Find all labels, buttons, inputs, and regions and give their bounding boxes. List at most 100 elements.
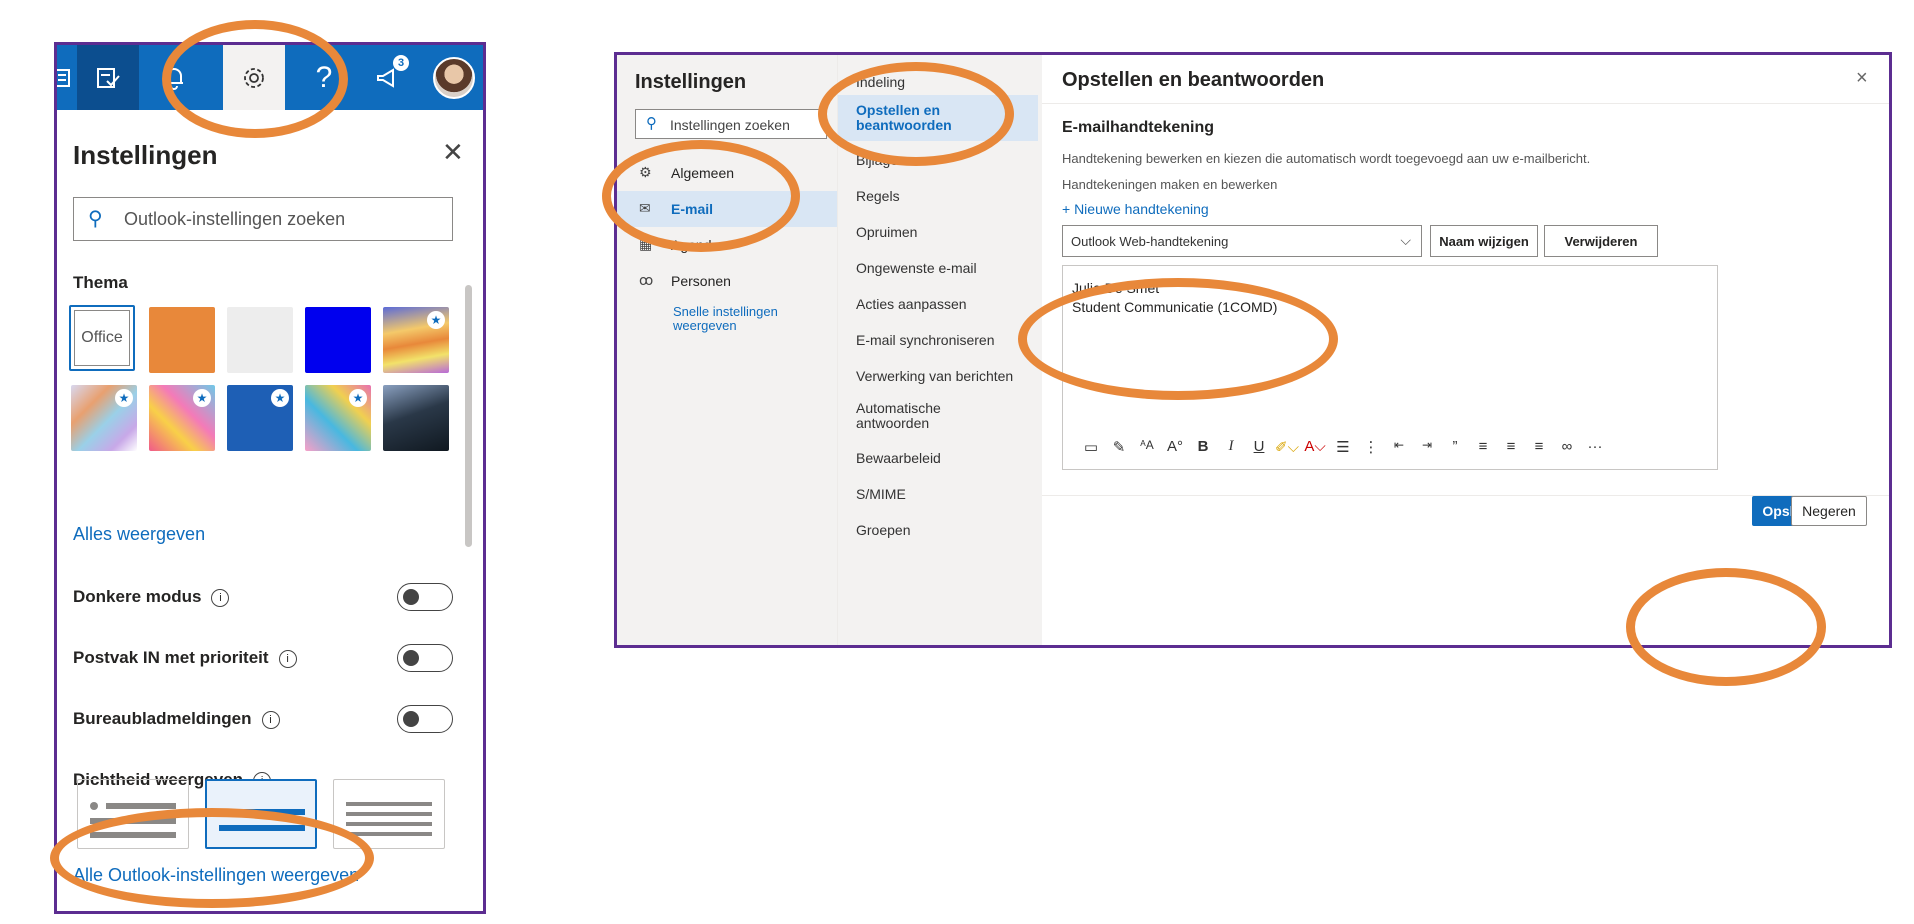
- quote-icon[interactable]: ”: [1441, 438, 1469, 456]
- gear-icon: ⚙: [639, 164, 652, 180]
- italic-icon[interactable]: I: [1217, 438, 1245, 456]
- density-option-medium[interactable]: [205, 779, 317, 849]
- notification-badge: 3: [393, 55, 409, 71]
- star-icon: ★: [271, 389, 289, 407]
- avatar[interactable]: [433, 57, 475, 99]
- grow-font-icon[interactable]: A°: [1161, 438, 1189, 456]
- subnav-customize-actions[interactable]: Acties aanpassen: [838, 297, 1043, 312]
- word-icon[interactable]: [57, 45, 77, 110]
- bold-icon[interactable]: B: [1189, 438, 1217, 456]
- info-icon[interactable]: i: [261, 710, 280, 729]
- theme-puzzle[interactable]: ★: [305, 385, 371, 451]
- settings-nav: Instellingen ⚲ Instellingen zoeken ⚙ Alg…: [617, 55, 837, 645]
- desktop-notifications-toggle[interactable]: [397, 705, 453, 733]
- bullets-icon[interactable]: ☰: [1329, 438, 1357, 456]
- link-icon[interactable]: ∞: [1553, 438, 1581, 456]
- megaphone-icon[interactable]: 3: [357, 45, 419, 110]
- show-all-themes-link[interactable]: Alles weergeven: [73, 524, 205, 545]
- rename-button[interactable]: Naam wijzigen: [1430, 225, 1538, 257]
- scrollbar[interactable]: [465, 285, 472, 547]
- top-bar: ? 3: [57, 45, 483, 110]
- subnav-retention[interactable]: Bewaarbeleid: [838, 451, 1043, 466]
- mail-icon: ✉: [639, 200, 651, 216]
- underline-icon[interactable]: U: [1245, 438, 1273, 456]
- subnav-attachments[interactable]: Bijlagen: [838, 153, 1043, 168]
- help-icon[interactable]: ?: [293, 45, 355, 110]
- subnav-sweep[interactable]: Opruimen: [838, 225, 1043, 240]
- quick-settings-panel: ? 3 Instellingen ✕ ⚲ Outlook-instellinge…: [54, 42, 486, 914]
- toggle-knob: [403, 650, 419, 666]
- subnav-junk[interactable]: Ongewenste e-mail: [838, 261, 1043, 276]
- subnav-rules[interactable]: Regels: [838, 189, 1043, 204]
- calendar-icon: ▦: [639, 236, 653, 252]
- subnav-layout[interactable]: Indeling: [838, 71, 1043, 97]
- email-subnav: Indeling Opstellen en beantwoorden Bijla…: [837, 55, 1042, 645]
- signature-create-label: Handtekeningen maken en bewerken: [1062, 177, 1278, 192]
- close-icon[interactable]: ✕: [442, 137, 464, 168]
- density-option-full[interactable]: [77, 779, 189, 849]
- toggle-knob: [403, 589, 419, 605]
- theme-colorful[interactable]: ★: [149, 385, 215, 451]
- theme-mountain[interactable]: [383, 385, 449, 451]
- delete-button[interactable]: Verwijderen: [1544, 225, 1658, 257]
- theme-label: Thema: [73, 273, 128, 292]
- align-center-icon[interactable]: ≡: [1497, 438, 1525, 456]
- align-left-icon[interactable]: ≡: [1469, 438, 1497, 456]
- density-option-compact[interactable]: [333, 779, 445, 849]
- subnav-automatic-replies[interactable]: Automatische antwoorden: [838, 401, 978, 431]
- bell-icon[interactable]: [143, 45, 205, 110]
- desktop-notifications-row: Bureaubladmeldingen i: [73, 705, 453, 735]
- focused-inbox-toggle[interactable]: [397, 644, 453, 672]
- dark-mode-toggle[interactable]: [397, 583, 453, 611]
- star-icon: ★: [427, 311, 445, 329]
- new-signature-link[interactable]: + Nieuwe handtekening: [1062, 201, 1209, 217]
- settings-search-input[interactable]: ⚲ Instellingen zoeken: [635, 109, 827, 139]
- highlight-icon[interactable]: ✐⌵: [1273, 438, 1301, 456]
- numbering-icon[interactable]: ⋮: [1357, 438, 1385, 456]
- all-outlook-settings-link[interactable]: Alle Outlook-instellingen weergeven: [73, 865, 359, 886]
- theme-light-gray[interactable]: [227, 307, 293, 373]
- nav-email[interactable]: ✉ E-mail: [617, 191, 837, 227]
- subnav-sync[interactable]: E-mail synchroniseren: [838, 333, 1043, 348]
- nav-calendar[interactable]: ▦ Agenda: [617, 227, 837, 263]
- signature-editor[interactable]: Julie De Smet Student Communicatie (1COM…: [1062, 265, 1718, 470]
- outdent-icon[interactable]: ⇤: [1385, 438, 1413, 456]
- subnav-message-handling[interactable]: Verwerking van berichten: [838, 369, 1043, 384]
- theme-blue[interactable]: [305, 307, 371, 373]
- font-color-icon[interactable]: A⌵: [1301, 438, 1329, 456]
- info-icon[interactable]: i: [211, 588, 230, 607]
- dark-mode-row: Donkere modus i: [73, 583, 453, 613]
- todo-icon[interactable]: [77, 45, 139, 110]
- signature-line-title: Student Communicatie (1COMD): [1072, 299, 1278, 315]
- subnav-smime[interactable]: S/MIME: [838, 487, 1043, 502]
- theme-orange[interactable]: [149, 307, 215, 373]
- search-input[interactable]: ⚲ Outlook-instellingen zoeken: [73, 197, 453, 241]
- gear-icon[interactable]: [223, 45, 285, 110]
- close-icon[interactable]: ×: [1856, 67, 1868, 90]
- align-right-icon[interactable]: ≡: [1525, 438, 1553, 456]
- nav-people[interactable]: ꝏ Personen: [617, 263, 837, 299]
- nav-general[interactable]: ⚙ Algemeen: [617, 155, 837, 191]
- info-icon[interactable]: i: [278, 649, 297, 668]
- format-painter-icon[interactable]: ✎: [1105, 438, 1133, 456]
- nav-calendar-label: Agenda: [671, 237, 720, 253]
- quick-settings-link[interactable]: Snelle instellingen weergeven: [673, 305, 823, 333]
- discard-button[interactable]: Negeren: [1791, 496, 1867, 526]
- theme-swirl[interactable]: ★: [71, 385, 137, 451]
- font-size-icon[interactable]: ᴬA: [1133, 438, 1161, 456]
- signature-select[interactable]: Outlook Web-handtekening ⌵: [1062, 225, 1422, 257]
- indent-icon[interactable]: ⇥: [1413, 438, 1441, 456]
- theme-sunset[interactable]: ★: [383, 307, 449, 373]
- theme-office[interactable]: Office: [69, 305, 135, 371]
- image-icon[interactable]: ▭: [1077, 438, 1105, 456]
- theme-blueprint[interactable]: ★: [227, 385, 293, 451]
- focused-inbox-label: Postvak IN met prioriteit: [73, 648, 269, 667]
- subnav-compose-reply[interactable]: Opstellen en beantwoorden: [838, 95, 1038, 141]
- panel-title: Instellingen: [73, 140, 218, 170]
- nav-general-label: Algemeen: [671, 165, 735, 181]
- signature-heading: E-mailhandtekening: [1062, 119, 1215, 136]
- more-icon[interactable]: ···: [1581, 438, 1609, 456]
- settings-content: Opstellen en beantwoorden × E-mailhandte…: [1042, 55, 1889, 645]
- nav-email-label: E-mail: [671, 201, 714, 217]
- subnav-groups[interactable]: Groepen: [838, 523, 1043, 538]
